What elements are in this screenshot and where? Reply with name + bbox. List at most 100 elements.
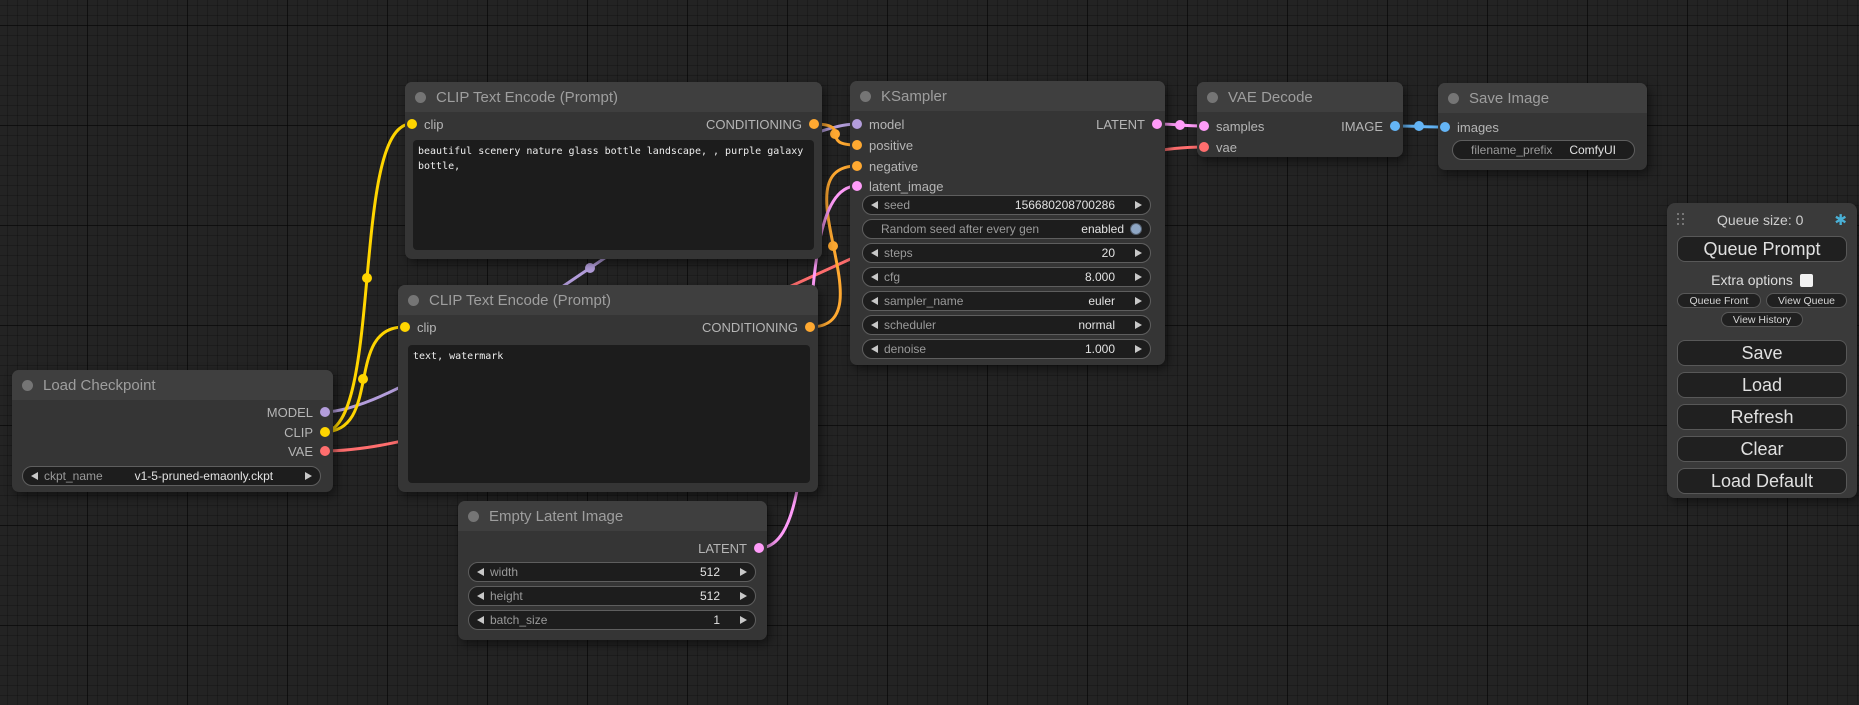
comfyui-canvas[interactable]: { "app": "ComfyUI node graph", "nodes": …: [0, 0, 1859, 705]
cfg-widget[interactable]: cfg 8.000: [862, 267, 1151, 287]
queue-front-button[interactable]: Queue Front: [1677, 293, 1761, 308]
input-clip[interactable]: clip: [400, 320, 437, 334]
decrement-arrow-icon[interactable]: [871, 249, 878, 257]
scheduler-widget[interactable]: scheduler normal: [862, 315, 1151, 335]
ckpt-name-widget[interactable]: ckpt_name v1-5-pruned-emaonly.ckpt: [22, 466, 321, 486]
input-images[interactable]: images: [1440, 120, 1499, 134]
output-latent[interactable]: LATENT: [698, 541, 764, 555]
decrement-arrow-icon[interactable]: [871, 201, 878, 209]
decrement-arrow-icon[interactable]: [871, 297, 878, 305]
node-title-bar[interactable]: VAE Decode: [1197, 82, 1403, 112]
output-clip[interactable]: CLIP: [284, 425, 330, 439]
input-vae[interactable]: vae: [1199, 140, 1237, 154]
collapse-dot-icon[interactable]: [1207, 92, 1218, 103]
decrement-arrow-icon[interactable]: [477, 568, 484, 576]
input-model[interactable]: model: [852, 117, 904, 131]
clip-port-icon[interactable]: [320, 427, 330, 437]
collapse-dot-icon[interactable]: [1448, 93, 1459, 104]
increment-arrow-icon[interactable]: [1135, 297, 1142, 305]
steps-widget[interactable]: steps 20: [862, 243, 1151, 263]
latent-port-icon[interactable]: [754, 543, 764, 553]
output-image[interactable]: IMAGE: [1341, 119, 1400, 133]
input-latent-image[interactable]: latent_image: [852, 179, 943, 193]
image-port-icon[interactable]: [1390, 121, 1400, 131]
conditioning-port-icon[interactable]: [852, 140, 862, 150]
node-vae-decode[interactable]: VAE Decode samples vae IMAGE: [1197, 82, 1403, 157]
latent-port-icon[interactable]: [1199, 121, 1209, 131]
denoise-widget[interactable]: denoise 1.000: [862, 339, 1151, 359]
decrement-arrow-icon[interactable]: [871, 321, 878, 329]
load-button[interactable]: Load: [1677, 372, 1847, 398]
decrement-arrow-icon[interactable]: [477, 592, 484, 600]
model-port-icon[interactable]: [852, 119, 862, 129]
node-clip-text-encode-positive[interactable]: CLIP Text Encode (Prompt) clip CONDITION…: [405, 82, 822, 259]
node-title-bar[interactable]: CLIP Text Encode (Prompt): [405, 82, 822, 112]
vae-port-icon[interactable]: [1199, 142, 1209, 152]
increment-arrow-icon[interactable]: [1135, 249, 1142, 257]
filename-prefix-widget[interactable]: filename_prefix ComfyUI: [1452, 140, 1635, 160]
conditioning-port-icon[interactable]: [809, 119, 819, 129]
width-widget[interactable]: width 512: [468, 562, 756, 582]
increment-arrow-icon[interactable]: [740, 568, 747, 576]
output-conditioning[interactable]: CONDITIONING: [702, 320, 815, 334]
save-button[interactable]: Save: [1677, 340, 1847, 366]
drag-handle-icon[interactable]: [1677, 213, 1686, 227]
input-samples[interactable]: samples: [1199, 119, 1264, 133]
seed-widget[interactable]: seed 156680208700286: [862, 195, 1151, 215]
output-vae[interactable]: VAE: [288, 444, 330, 458]
node-clip-text-encode-negative[interactable]: CLIP Text Encode (Prompt) clip CONDITION…: [398, 285, 818, 492]
output-latent[interactable]: LATENT: [1096, 117, 1162, 131]
collapse-dot-icon[interactable]: [22, 380, 33, 391]
node-title-bar[interactable]: Load Checkpoint: [12, 370, 333, 400]
image-port-icon[interactable]: [1440, 122, 1450, 132]
node-ksampler[interactable]: KSampler model positive negative latent_…: [850, 81, 1165, 365]
output-model[interactable]: MODEL: [267, 405, 330, 419]
clip-port-icon[interactable]: [407, 119, 417, 129]
increment-arrow-icon[interactable]: [1135, 345, 1142, 353]
node-load-checkpoint[interactable]: Load Checkpoint MODEL CLIP VAE ckpt_name…: [12, 370, 333, 492]
settings-gear-icon[interactable]: ✱: [1834, 213, 1847, 228]
toggle-icon[interactable]: [1130, 223, 1142, 235]
output-conditioning[interactable]: CONDITIONING: [706, 117, 819, 131]
conditioning-port-icon[interactable]: [852, 161, 862, 171]
input-clip[interactable]: clip: [407, 117, 444, 131]
height-widget[interactable]: height 512: [468, 586, 756, 606]
input-negative[interactable]: negative: [852, 159, 918, 173]
model-port-icon[interactable]: [320, 407, 330, 417]
view-history-button[interactable]: View History: [1721, 312, 1803, 327]
latent-port-icon[interactable]: [1152, 119, 1162, 129]
refresh-button[interactable]: Refresh: [1677, 404, 1847, 430]
increment-arrow-icon[interactable]: [740, 616, 747, 624]
clip-port-icon[interactable]: [400, 322, 410, 332]
increment-arrow-icon[interactable]: [1135, 321, 1142, 329]
node-title-bar[interactable]: KSampler: [850, 81, 1165, 111]
node-empty-latent-image[interactable]: Empty Latent Image LATENT width 512 heig…: [458, 501, 767, 640]
decrement-arrow-icon[interactable]: [871, 345, 878, 353]
queue-panel[interactable]: Queue size: 0 ✱ Queue Prompt Extra optio…: [1667, 203, 1857, 498]
node-title-bar[interactable]: Empty Latent Image: [458, 501, 767, 531]
increment-arrow-icon[interactable]: [1135, 273, 1142, 281]
batch-size-widget[interactable]: batch_size 1: [468, 610, 756, 630]
decrement-arrow-icon[interactable]: [31, 472, 38, 480]
increment-arrow-icon[interactable]: [1135, 201, 1142, 209]
collapse-dot-icon[interactable]: [468, 511, 479, 522]
queue-prompt-button[interactable]: Queue Prompt: [1677, 236, 1847, 262]
collapse-dot-icon[interactable]: [408, 295, 419, 306]
random-seed-toggle-widget[interactable]: Random seed after every gen enabled: [862, 219, 1151, 239]
negative-prompt-textarea[interactable]: text, watermark: [408, 345, 810, 483]
clear-button[interactable]: Clear: [1677, 436, 1847, 462]
load-default-button[interactable]: Load Default: [1677, 468, 1847, 494]
increment-arrow-icon[interactable]: [740, 592, 747, 600]
positive-prompt-textarea[interactable]: beautiful scenery nature glass bottle la…: [413, 140, 814, 250]
node-save-image[interactable]: Save Image images filename_prefix ComfyU…: [1438, 83, 1647, 170]
vae-port-icon[interactable]: [320, 446, 330, 456]
collapse-dot-icon[interactable]: [415, 92, 426, 103]
decrement-arrow-icon[interactable]: [477, 616, 484, 624]
sampler-name-widget[interactable]: sampler_name euler: [862, 291, 1151, 311]
extra-options-checkbox[interactable]: [1800, 274, 1813, 287]
node-title-bar[interactable]: Save Image: [1438, 83, 1647, 113]
collapse-dot-icon[interactable]: [860, 91, 871, 102]
node-title-bar[interactable]: CLIP Text Encode (Prompt): [398, 285, 818, 315]
view-queue-button[interactable]: View Queue: [1766, 293, 1847, 308]
increment-arrow-icon[interactable]: [305, 472, 312, 480]
